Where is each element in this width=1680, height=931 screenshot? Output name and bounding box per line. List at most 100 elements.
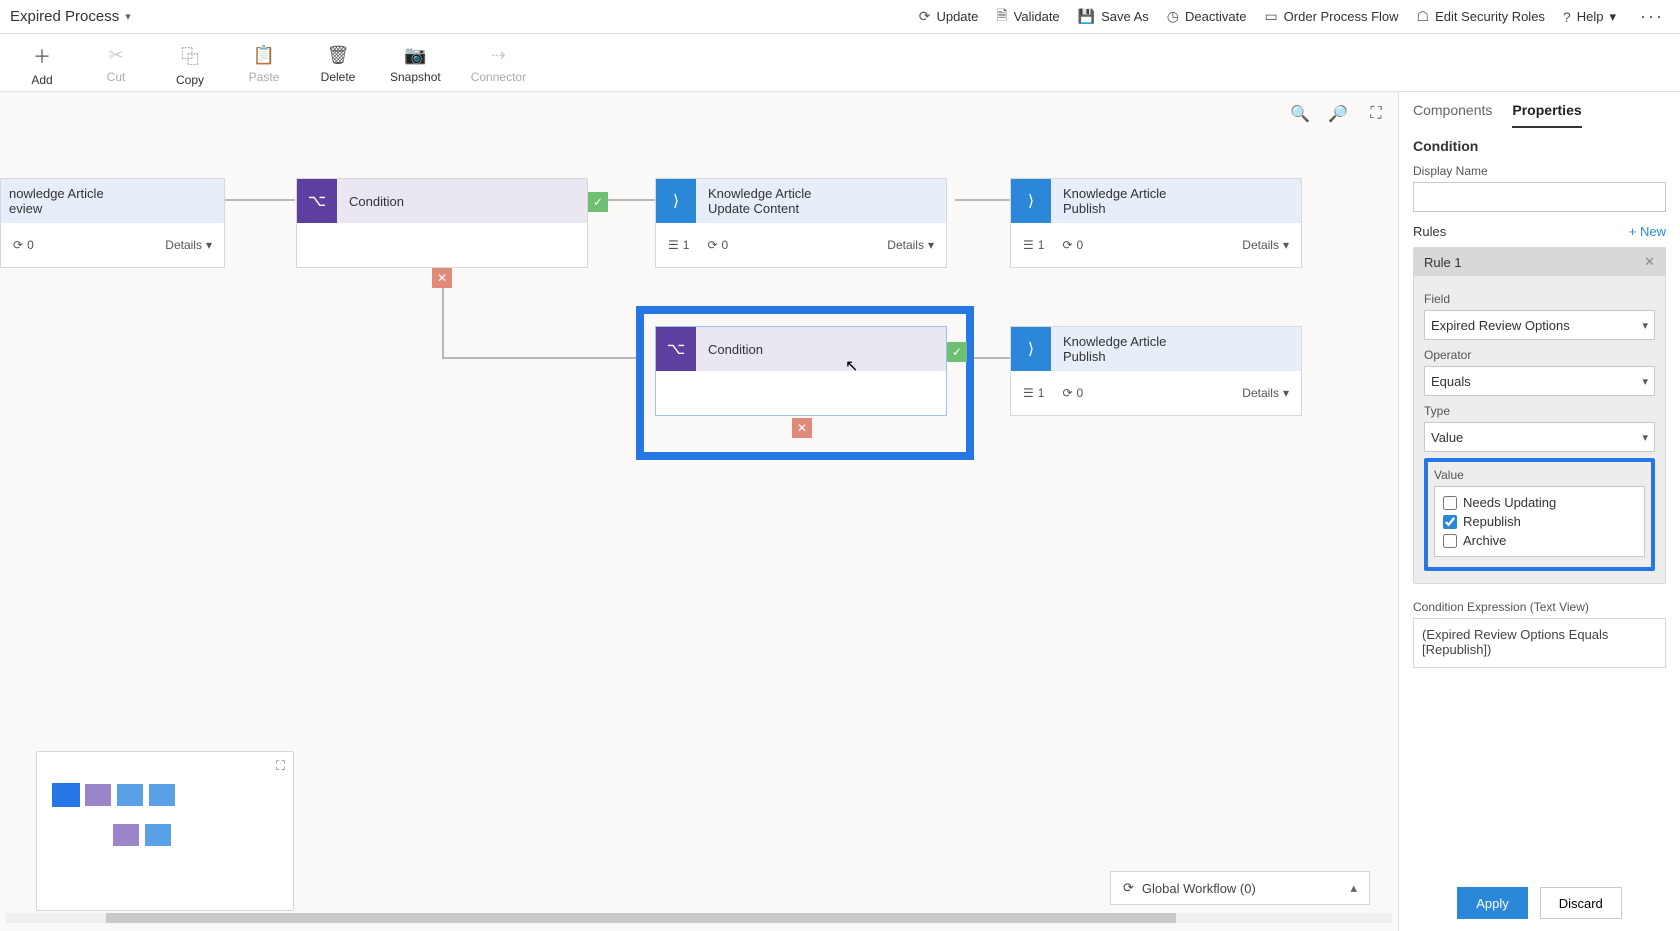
copy-icon: ⿻ xyxy=(181,43,199,69)
delete-button[interactable]: 🗑Delete xyxy=(316,45,360,84)
canvas[interactable]: nowledge Article eview ⟳ 0 Details▾ ⌥ Con… xyxy=(0,92,1398,931)
chevron-down-icon: ▾ xyxy=(1283,238,1289,252)
field-select[interactable]: Expired Review Options ▾ xyxy=(1424,310,1655,340)
add-label: Add xyxy=(31,73,52,87)
plus-icon: ＋ xyxy=(33,43,51,69)
publish1-steps: 1 xyxy=(1038,238,1045,252)
more-actions[interactable]: ··· xyxy=(1634,6,1670,27)
update-action[interactable]: ⟳Update xyxy=(919,8,979,25)
condition-icon: ⌥ xyxy=(297,179,337,223)
chevron-down-icon: ▾ xyxy=(1642,319,1648,332)
opt-label: Republish xyxy=(1463,514,1521,529)
stage-review-title: nowledge Article eview xyxy=(1,179,224,223)
copy-button[interactable]: ⿻Copy xyxy=(168,43,212,87)
save-as-action[interactable]: 💾Save As xyxy=(1078,8,1149,25)
workflow-icon: ⟳ xyxy=(1062,386,1072,400)
type-label: Type xyxy=(1424,404,1655,418)
minimap-node xyxy=(117,784,143,806)
minimap-node xyxy=(145,824,171,846)
minimap-node xyxy=(85,784,111,806)
process-title[interactable]: Expired Process ▾ xyxy=(10,8,131,25)
value-block-highlight: Value Needs Updating Republish Archive xyxy=(1424,458,1655,571)
order-flow-action[interactable]: ▭Order Process Flow xyxy=(1264,8,1398,25)
paste-label: Paste xyxy=(249,70,280,84)
workflow-icon: ⟳ xyxy=(707,238,717,252)
rules-label: Rules xyxy=(1413,224,1446,239)
cut-button[interactable]: ✂Cut xyxy=(94,45,138,84)
operator-value: Equals xyxy=(1431,374,1471,389)
roles-icon: ☖ xyxy=(1417,8,1430,25)
details-toggle[interactable]: Details▾ xyxy=(887,238,934,252)
value-option-archive[interactable]: Archive xyxy=(1443,531,1636,550)
cut-label: Cut xyxy=(107,70,126,84)
steps-icon: ☰ xyxy=(668,238,679,252)
chevron-down-icon: ▾ xyxy=(125,10,131,23)
rule-1-title: Rule 1 xyxy=(1424,255,1462,270)
chevron-up-icon: ▴ xyxy=(1350,880,1357,896)
tab-properties[interactable]: Properties xyxy=(1512,102,1581,128)
display-name-input[interactable] xyxy=(1413,182,1666,212)
details-toggle[interactable]: Details▾ xyxy=(1242,238,1289,252)
stage-publish-1[interactable]: ⟩ Knowledge Article Publish ☰1 ⟳0 Detail… xyxy=(1010,178,1302,268)
update-label: Update xyxy=(936,9,978,24)
help-action[interactable]: ?Help▾ xyxy=(1563,9,1616,25)
value-option-republish[interactable]: Republish xyxy=(1443,512,1636,531)
update-wf: 0 xyxy=(722,238,729,252)
deactivate-label: Deactivate xyxy=(1185,9,1246,24)
minimap[interactable]: ⛶ xyxy=(36,751,294,911)
validate-action[interactable]: 🗎Validate xyxy=(996,5,1059,29)
scrollbar-thumb[interactable] xyxy=(106,913,1176,923)
stage-update-content[interactable]: ⟩ Knowledge Article Update Content ☰1 ⟳0… xyxy=(655,178,947,268)
add-button[interactable]: ＋ Add xyxy=(20,43,64,87)
paste-button[interactable]: 📋Paste xyxy=(242,45,286,84)
trash-icon: 🗑 xyxy=(327,45,350,66)
help-label: Help xyxy=(1577,9,1604,24)
review-wf-count: 0 xyxy=(27,238,34,252)
order-icon: ▭ xyxy=(1264,8,1277,25)
false-branch-badge: ✕ xyxy=(432,268,452,288)
apply-button[interactable]: Apply xyxy=(1457,887,1528,919)
clipboard-icon: 🗎 xyxy=(996,5,1007,29)
type-value: Value xyxy=(1431,430,1463,445)
chevron-down-icon: ▾ xyxy=(1283,386,1289,400)
chevron-down-icon: ▾ xyxy=(1642,431,1648,444)
ribbon-toolbar: ＋ Add ✂Cut ⿻Copy 📋Paste 🗑Delete 📷Snapshot… xyxy=(0,34,1680,92)
security-roles-action[interactable]: ☖Edit Security Roles xyxy=(1417,8,1545,25)
condition-1[interactable]: ⌥ Condition xyxy=(296,178,588,268)
false-branch-badge: ✕ xyxy=(792,418,812,438)
expression-label: Condition Expression (Text View) xyxy=(1413,600,1666,614)
expression-text: (Expired Review Options Equals [Republis… xyxy=(1413,618,1666,668)
checkbox-archive[interactable] xyxy=(1443,534,1457,548)
publish2-steps: 1 xyxy=(1038,386,1045,400)
publish1-title: Knowledge Article Publish xyxy=(1051,179,1301,223)
details-toggle[interactable]: Details▾ xyxy=(165,238,212,252)
deactivate-action[interactable]: ◷Deactivate xyxy=(1167,8,1247,25)
tab-components[interactable]: Components xyxy=(1413,102,1492,128)
minimap-node xyxy=(113,824,139,846)
snapshot-button[interactable]: 📷Snapshot xyxy=(390,45,441,84)
true-branch-badge: ✓ xyxy=(588,192,608,212)
stage-publish-2[interactable]: ⟩ Knowledge Article Publish ☰1 ⟳0 Detail… xyxy=(1010,326,1302,416)
connector-button[interactable]: ⇢Connector xyxy=(471,45,526,84)
stage-review[interactable]: nowledge Article eview ⟳ 0 Details▾ xyxy=(0,178,225,268)
minimap-expand-icon[interactable]: ⛶ xyxy=(276,758,285,774)
cursor-icon: ↖ xyxy=(845,356,858,376)
checkbox-needs-updating[interactable] xyxy=(1443,496,1457,510)
details-toggle[interactable]: Details▾ xyxy=(1242,386,1289,400)
update-steps: 1 xyxy=(683,238,690,252)
horizontal-scrollbar[interactable] xyxy=(6,913,1392,927)
operator-select[interactable]: Equals▾ xyxy=(1424,366,1655,396)
type-select[interactable]: Value ▾ xyxy=(1424,422,1655,452)
workflow-icon: ⟳ xyxy=(13,238,23,252)
field-value: Expired Review Options xyxy=(1431,318,1570,333)
discard-button[interactable]: Discard xyxy=(1540,887,1622,919)
steps-icon: ☰ xyxy=(1023,386,1034,400)
opt-label: Needs Updating xyxy=(1463,495,1556,510)
value-option-needs-updating[interactable]: Needs Updating xyxy=(1443,493,1636,512)
publish2-wf: 0 xyxy=(1077,386,1084,400)
checkbox-republish[interactable] xyxy=(1443,515,1457,529)
condition-2[interactable]: ⌥ Condition xyxy=(655,326,947,416)
close-icon[interactable]: ✕ xyxy=(1644,254,1655,270)
global-workflow-bar[interactable]: ⟳ Global Workflow (0) ▴ xyxy=(1110,871,1370,905)
new-rule-button[interactable]: + New xyxy=(1629,224,1666,239)
